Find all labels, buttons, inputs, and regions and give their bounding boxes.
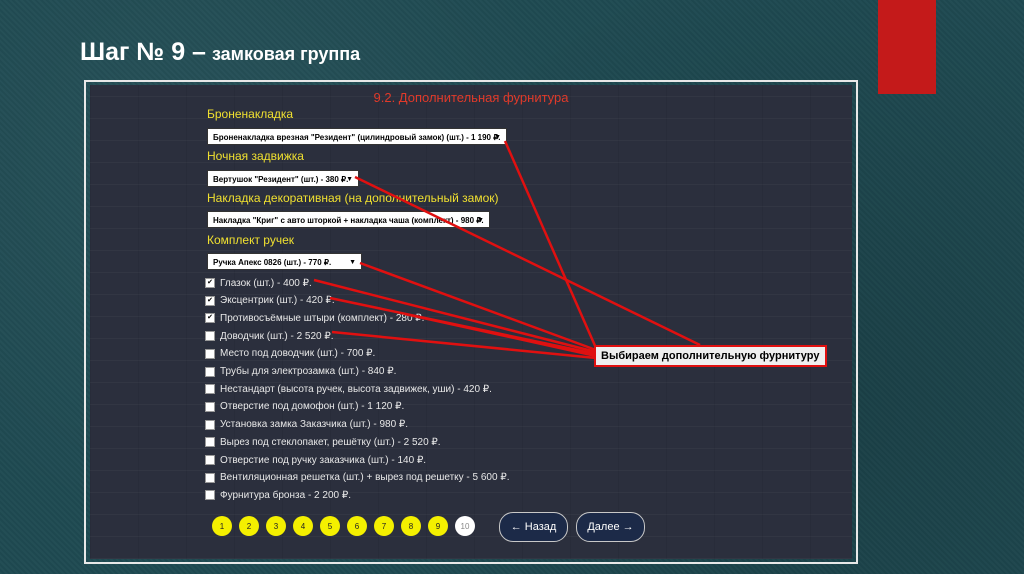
arrow-line [503, 140, 598, 349]
arrow-line [354, 175, 701, 347]
arrow-line [313, 278, 597, 354]
callout-box: Выбираем дополнительную фурнитуру [594, 345, 827, 367]
callout-arrows [313, 140, 701, 360]
